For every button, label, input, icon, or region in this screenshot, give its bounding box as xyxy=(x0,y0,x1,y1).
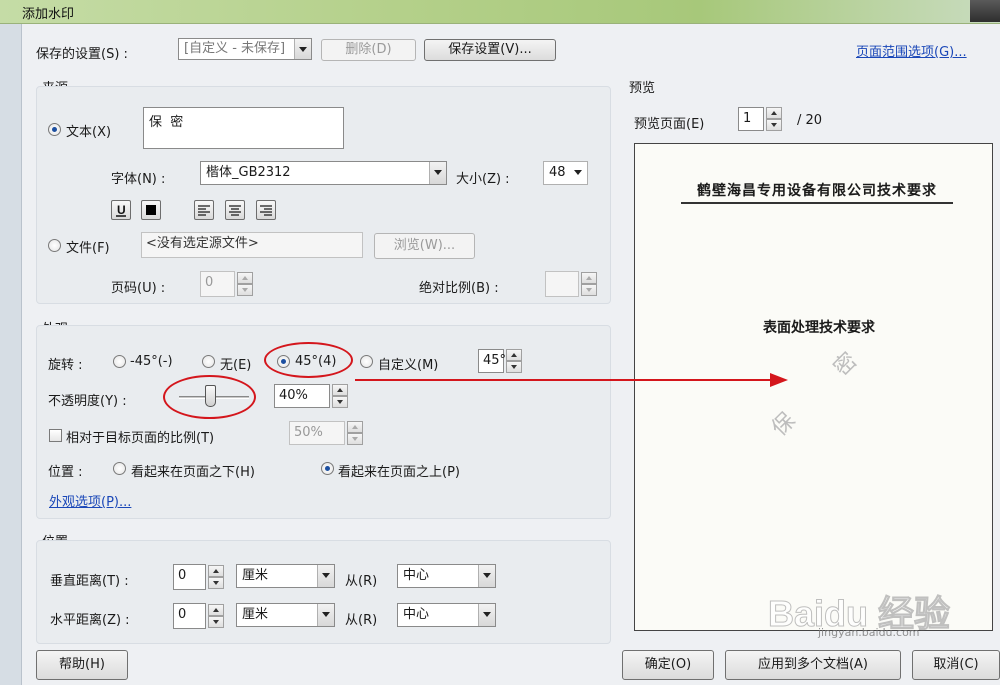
baidu-watermark-url: jingyan.baidu.com xyxy=(818,626,920,639)
annotation-arrow xyxy=(355,373,788,387)
